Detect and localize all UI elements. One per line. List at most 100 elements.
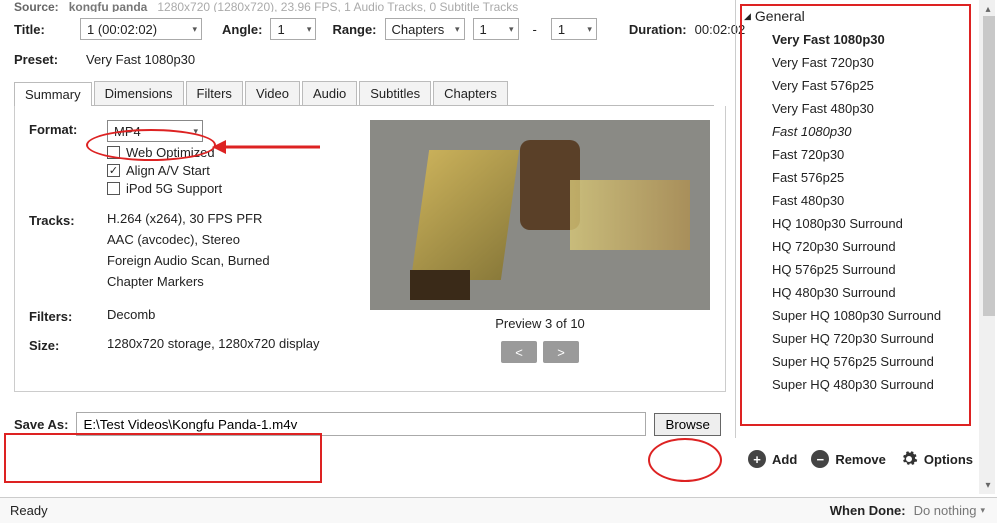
size-row: Size: 1280x720 storage, 1280x720 display <box>29 336 369 353</box>
track-line: H.264 (x264), 30 FPS PFR <box>107 211 270 226</box>
preset-sidebar: ◢ General Very Fast 1080p30Very Fast 720… <box>735 0 975 438</box>
options-label: Options <box>924 452 973 467</box>
filters-value: Decomb <box>107 307 155 322</box>
chevron-down-icon: ▾ <box>307 24 312 35</box>
preset-item[interactable]: Fast 576p25 <box>744 166 975 189</box>
when-done-combo[interactable]: Do nothing ▾ <box>912 503 987 518</box>
source-name: kongfu panda <box>69 0 148 12</box>
angle-combo[interactable]: 1▾ <box>270 18 316 40</box>
minus-icon: − <box>811 450 829 468</box>
preset-item[interactable]: Very Fast 480p30 <box>744 97 975 120</box>
preset-item[interactable]: HQ 480p30 Surround <box>744 281 975 304</box>
preview-prev-button[interactable]: < <box>501 341 537 363</box>
range-to-value: 1 <box>558 22 565 37</box>
preset-item[interactable]: Fast 720p30 <box>744 143 975 166</box>
format-row: Format: MP4 ▾ Web Optimized Align A/V St… <box>29 120 369 199</box>
preset-item[interactable]: Fast 1080p30 <box>744 120 975 143</box>
range-from-value: 1 <box>480 22 487 37</box>
chevron-down-icon: ▾ <box>509 24 514 35</box>
angle-value: 1 <box>277 22 284 37</box>
status-ready: Ready <box>10 503 48 518</box>
chevron-down-icon: ▾ <box>980 505 985 516</box>
filters-label-s: Filters: <box>29 307 107 324</box>
add-preset-button[interactable]: + Add <box>748 450 797 468</box>
title-label: Title: <box>14 22 72 37</box>
source-label: Source: <box>14 0 59 12</box>
range-mode-value: Chapters <box>392 22 445 37</box>
title-combo[interactable]: 1 (00:02:02) ▾ <box>80 18 202 40</box>
preview-caption: Preview 3 of 10 <box>495 316 585 331</box>
preset-item[interactable]: HQ 576p25 Surround <box>744 258 975 281</box>
track-line: Foreign Audio Scan, Burned <box>107 253 270 268</box>
range-dash: - <box>533 22 537 37</box>
chevron-down-icon: ▾ <box>455 24 460 35</box>
range-to-combo[interactable]: 1▾ <box>551 18 597 40</box>
tracks-label: Tracks: <box>29 211 107 228</box>
title-value: 1 (00:02:02) <box>87 22 157 37</box>
tab-audio[interactable]: Audio <box>302 81 357 105</box>
tab-subtitles[interactable]: Subtitles <box>359 81 431 105</box>
preset-item[interactable]: Very Fast 576p25 <box>744 74 975 97</box>
chevron-down-icon: ▾ <box>192 24 197 35</box>
browse-button[interactable]: Browse <box>654 413 720 436</box>
sidebar-actions: + Add − Remove Options <box>748 450 973 468</box>
align-av-checkbox[interactable] <box>107 164 120 177</box>
remove-preset-button[interactable]: − Remove <box>811 450 886 468</box>
preset-item[interactable]: HQ 1080p30 Surround <box>744 212 975 235</box>
preview-next-button[interactable]: > <box>543 341 579 363</box>
track-line: AAC (avcodec), Stereo <box>107 232 270 247</box>
preview-image <box>370 120 710 310</box>
tab-summary[interactable]: Summary <box>14 82 92 106</box>
range-mode-combo[interactable]: Chapters ▾ <box>385 18 465 40</box>
preset-item[interactable]: Super HQ 480p30 Surround <box>744 373 975 396</box>
scroll-down-icon[interactable]: ▾ <box>981 478 995 492</box>
format-combo[interactable]: MP4 ▾ <box>107 120 203 142</box>
preset-item[interactable]: Super HQ 720p30 Surround <box>744 327 975 350</box>
preset-value: Very Fast 1080p30 <box>86 52 195 67</box>
preset-item[interactable]: HQ 720p30 Surround <box>744 235 975 258</box>
gear-icon <box>900 450 918 468</box>
tab-video[interactable]: Video <box>245 81 300 105</box>
preset-item[interactable]: Fast 480p30 <box>744 189 975 212</box>
saveas-input[interactable] <box>76 412 646 436</box>
preview-nav: < > <box>501 341 579 363</box>
add-label: Add <box>772 452 797 467</box>
web-optimized-checkbox[interactable] <box>107 146 120 159</box>
plus-icon: + <box>748 450 766 468</box>
scroll-thumb[interactable] <box>983 16 995 316</box>
remove-label: Remove <box>835 452 886 467</box>
when-done: When Done: Do nothing ▾ <box>830 503 987 518</box>
when-done-value: Do nothing <box>914 503 977 518</box>
range-from-combo[interactable]: 1▾ <box>473 18 519 40</box>
format-value: MP4 <box>114 124 141 139</box>
preset-list: Very Fast 1080p30Very Fast 720p30Very Fa… <box>744 28 975 396</box>
saveas-label: Save As: <box>14 417 68 432</box>
ipod-checkbox[interactable] <box>107 182 120 195</box>
preset-label: Preset: <box>14 52 72 67</box>
preset-item[interactable]: Super HQ 576p25 Surround <box>744 350 975 373</box>
tab-dimensions[interactable]: Dimensions <box>94 81 184 105</box>
preset-group-general[interactable]: ◢ General <box>744 8 975 24</box>
when-done-label: When Done: <box>830 503 906 518</box>
chevron-down-icon: ▾ <box>193 126 198 137</box>
tab-bar: Summary Dimensions Filters Video Audio S… <box>14 81 714 106</box>
preset-item[interactable]: Super HQ 1080p30 Surround <box>744 304 975 327</box>
angle-label: Angle: <box>222 22 262 37</box>
align-av-label: Align A/V Start <box>126 163 210 178</box>
scroll-up-icon[interactable]: ▴ <box>981 2 995 16</box>
summary-left: Format: MP4 ▾ Web Optimized Align A/V St… <box>29 120 369 363</box>
triangle-down-icon: ◢ <box>744 11 751 22</box>
chevron-down-icon: ▾ <box>587 24 592 35</box>
web-optimized-label: Web Optimized <box>126 145 215 160</box>
size-label: Size: <box>29 336 107 353</box>
preset-group-label: General <box>755 8 805 24</box>
tab-filters[interactable]: Filters <box>186 81 243 105</box>
track-line: Chapter Markers <box>107 274 270 289</box>
preset-item[interactable]: Very Fast 1080p30 <box>744 28 975 51</box>
preset-item[interactable]: Very Fast 720p30 <box>744 51 975 74</box>
range-label: Range: <box>332 22 376 37</box>
tab-chapters[interactable]: Chapters <box>433 81 508 105</box>
options-button[interactable]: Options <box>900 450 973 468</box>
summary-right: Preview 3 of 10 < > <box>369 120 711 363</box>
status-bar: Ready When Done: Do nothing ▾ <box>0 497 997 523</box>
